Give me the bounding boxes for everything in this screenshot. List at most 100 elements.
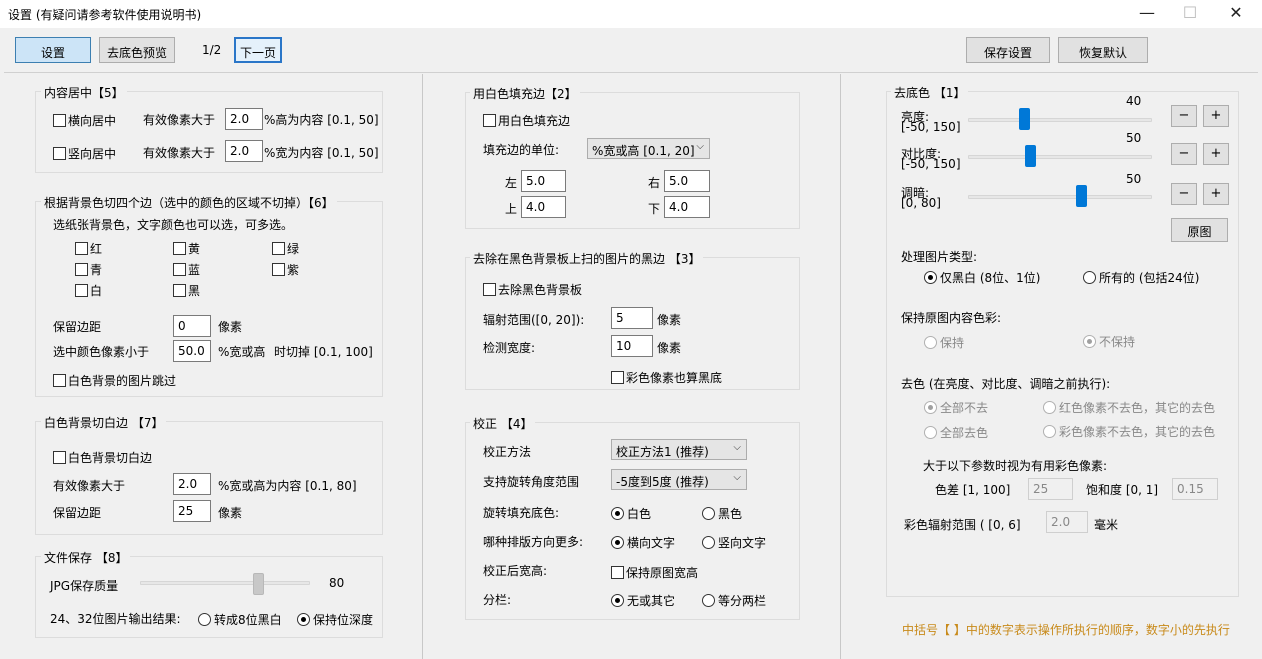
bgcut-ratio-input[interactable]: 50.0 <box>173 340 211 362</box>
image-type-label: 处理图片类型: <box>901 250 978 264</box>
horizontal-text-radio[interactable]: 横向文字 <box>611 534 675 551</box>
color-label: 紫 <box>287 263 300 277</box>
whitecut-margin-input[interactable]: 25 <box>173 500 211 522</box>
color-checkbox-red[interactable]: 红 <box>75 240 102 257</box>
contrast-track[interactable] <box>968 155 1152 159</box>
save-settings-button[interactable]: 保存设置 <box>966 37 1050 63</box>
color-label: 白 <box>90 284 103 298</box>
settings-button[interactable]: 设置 <box>15 37 91 63</box>
close-icon[interactable]: ✕ <box>1213 0 1259 28</box>
fill-right-input[interactable]: 5.0 <box>664 170 710 192</box>
color-checkbox-purple[interactable]: 紫 <box>272 261 299 278</box>
preview-button[interactable]: 去底色预览 <box>99 37 175 63</box>
color-checkbox-white[interactable]: 白 <box>75 282 102 299</box>
vertical-text-radio[interactable]: 竖向文字 <box>702 534 766 551</box>
next-page-button[interactable]: 下一页 <box>234 37 282 63</box>
whitecut-pixel-unit: %宽或高为内容 [0.1, 80] <box>218 479 357 493</box>
color-checkbox-yellow[interactable]: 黄 <box>173 240 200 257</box>
type-all-radio[interactable]: 所有的 (包括24位) <box>1083 269 1199 286</box>
decolor-color-radio[interactable]: 彩色像素不去色，其它的去色 <box>1043 423 1215 440</box>
color-label: 红 <box>90 242 103 256</box>
detect-width-input[interactable]: 10 <box>611 335 653 357</box>
h-center-checkbox[interactable]: 横向居中 <box>53 112 116 129</box>
decolor-all-radio[interactable]: 全部去色 <box>924 424 988 441</box>
fill-white-radio[interactable]: 白色 <box>611 505 651 522</box>
restore-default-button[interactable]: 恢复默认 <box>1058 37 1148 63</box>
color-checkbox-black[interactable]: 黑 <box>173 282 200 299</box>
fill-unit-label: 填充边的单位: <box>483 143 560 157</box>
color-as-black-checkbox[interactable]: 彩色像素也算黑底 <box>611 369 722 386</box>
jpg-quality-thumb[interactable] <box>253 573 264 595</box>
saturation-input[interactable]: 0.15 <box>1172 478 1218 500</box>
keep-size-label: 保持原图宽高 <box>626 566 699 580</box>
whitecut-pixel-input[interactable]: 2.0 <box>173 473 211 495</box>
maximize-icon[interactable]: ☐ <box>1167 0 1213 28</box>
param-label: 大于以下参数时视为有用彩色像素: <box>923 459 1108 473</box>
column-two-radio[interactable]: 等分两栏 <box>702 592 766 609</box>
brightness-thumb[interactable] <box>1019 108 1030 130</box>
brightness-track[interactable] <box>968 118 1152 122</box>
brightness-minus-button[interactable]: − <box>1171 105 1197 127</box>
blackedge-check-label: 去除黑色背景板 <box>498 283 583 297</box>
h-center-desc: 有效像素大于 <box>143 113 216 127</box>
contrast-thumb[interactable] <box>1025 145 1036 167</box>
skip-white-checkbox[interactable]: 白色背景的图片跳过 <box>53 372 176 389</box>
fill-right-label: 右 <box>648 176 661 190</box>
method-label: 校正方法 <box>483 445 532 459</box>
layout-label: 哪种排版方向更多: <box>483 535 584 549</box>
method-select[interactable]: 校正方法1 (推荐) ⌵ <box>611 439 747 460</box>
v-center-checkbox[interactable]: 竖向居中 <box>53 145 116 162</box>
decolor-red-radio[interactable]: 红色像素不去色，其它的去色 <box>1043 399 1215 416</box>
angle-range-select[interactable]: -5度到5度 (推荐) ⌵ <box>611 469 747 490</box>
color-label: 黑 <box>188 284 201 298</box>
radiate-range-label: 辐射范围([0, 20]): <box>483 313 585 327</box>
fill-left-input[interactable]: 5.0 <box>521 170 566 192</box>
column-two-label: 等分两栏 <box>718 594 767 608</box>
fill-top-input[interactable]: 4.0 <box>521 196 566 218</box>
radiate-range-input[interactable]: 5 <box>611 307 653 329</box>
fill-bottom-input[interactable]: 4.0 <box>664 196 710 218</box>
type-bw-radio[interactable]: 仅黑白 (8位、1位) <box>924 269 1040 286</box>
bgcut-margin-label: 保留边距 <box>53 320 102 334</box>
whitecut-checkbox[interactable]: 白色背景切白边 <box>53 449 152 466</box>
radiate-input[interactable]: 2.0 <box>1046 511 1088 533</box>
color-label: 青 <box>90 263 103 277</box>
fill-unit-select[interactable]: %宽或高 [0.1, 20] ⌵ <box>587 138 710 159</box>
keep-color-radio[interactable]: 保持 <box>924 334 964 351</box>
darken-thumb[interactable] <box>1076 185 1087 207</box>
contrast-plus-button[interactable]: + <box>1203 143 1229 165</box>
contrast-range: [-50, 150] <box>901 157 961 171</box>
whitefill-checkbox[interactable]: 用白色填充边 <box>483 112 570 129</box>
title-bar: 设置 (有疑问请参考软件使用说明书) — ☐ ✕ <box>0 0 1262 28</box>
column-none-radio[interactable]: 无或其它 <box>611 592 675 609</box>
v-center-input[interactable]: 2.0 <box>225 140 263 162</box>
no-keep-color-radio[interactable]: 不保持 <box>1083 333 1135 350</box>
chevron-down-icon: ⌵ <box>696 141 704 152</box>
darken-minus-button[interactable]: − <box>1171 183 1197 205</box>
color-checkbox-green[interactable]: 绿 <box>272 240 299 257</box>
color-label: 蓝 <box>188 263 201 277</box>
color-checkbox-blue[interactable]: 蓝 <box>173 261 200 278</box>
darken-track[interactable] <box>968 195 1152 199</box>
output-radio-8bit[interactable]: 转成8位黑白 <box>198 611 282 628</box>
fill-black-radio[interactable]: 黑色 <box>702 505 742 522</box>
color-checkbox-cyan[interactable]: 青 <box>75 261 102 278</box>
contrast-minus-button[interactable]: − <box>1171 143 1197 165</box>
jpg-quality-track[interactable] <box>140 581 310 585</box>
original-button[interactable]: 原图 <box>1171 218 1228 242</box>
output-radio-keep[interactable]: 保持位深度 <box>297 611 373 628</box>
fill-bottom-label: 下 <box>648 202 661 216</box>
bgcut-margin-input[interactable]: 0 <box>173 315 211 337</box>
h-center-input[interactable]: 2.0 <box>225 108 263 130</box>
output-label: 24、32位图片输出结果: <box>50 612 181 626</box>
minimize-icon[interactable]: — <box>1124 0 1170 28</box>
skip-white-label: 白色背景的图片跳过 <box>68 374 177 388</box>
color-diff-input[interactable]: 25 <box>1028 478 1073 500</box>
darken-plus-button[interactable]: + <box>1203 183 1229 205</box>
blackedge-checkbox[interactable]: 去除黑色背景板 <box>483 281 582 298</box>
correction-group-title: 校正 【4】 <box>470 415 536 432</box>
whitefill-check-label: 用白色填充边 <box>498 114 571 128</box>
keep-size-checkbox[interactable]: 保持原图宽高 <box>611 564 698 581</box>
decolor-none-radio[interactable]: 全部不去 <box>924 399 988 416</box>
brightness-plus-button[interactable]: + <box>1203 105 1229 127</box>
